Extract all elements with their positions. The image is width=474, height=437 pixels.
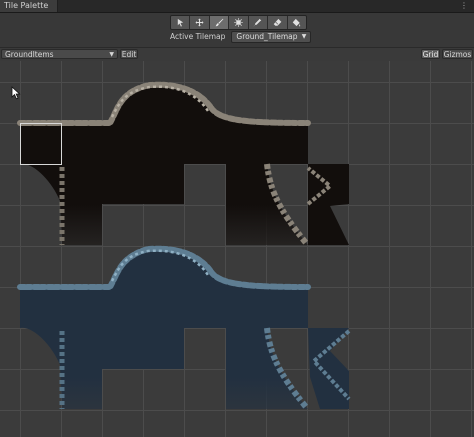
select-arrow-icon <box>177 18 183 27</box>
tile-artwork <box>17 81 351 409</box>
palette-dropdown[interactable]: GroundItems ▼ <box>1 49 118 59</box>
kebab-menu-icon[interactable]: ⋮ <box>460 0 468 11</box>
move-tool-button[interactable] <box>190 16 210 29</box>
dark-cave-tiles <box>17 81 349 245</box>
paint-tool-button[interactable] <box>209 16 230 29</box>
box-fill-icon <box>234 18 243 27</box>
active-tilemap-label: Active Tilemap <box>170 32 226 41</box>
active-tilemap-dropdown[interactable]: Ground_Tilemap ▼ <box>231 30 312 43</box>
blue-cave-tiles <box>17 245 351 409</box>
tile-palette-tab[interactable]: Tile Palette <box>0 0 58 12</box>
select-tool-button[interactable] <box>171 16 191 29</box>
active-tilemap-row: Active Tilemap Ground_Tilemap ▼ <box>170 30 312 43</box>
mouse-cursor-icon <box>11 86 21 100</box>
tool-strip <box>170 15 307 30</box>
palette-dropdown-value: GroundItems <box>5 50 54 59</box>
erase-tool-button[interactable] <box>268 16 288 29</box>
tile-palette-canvas[interactable] <box>0 61 474 437</box>
toolbar-area: Active Tilemap Ground_Tilemap ▼ <box>0 13 474 47</box>
chevron-down-icon: ▼ <box>301 32 307 40</box>
move-icon <box>195 18 204 27</box>
eyedropper-icon <box>254 18 262 27</box>
fill-tool-button[interactable] <box>287 16 306 29</box>
bucket-fill-icon <box>292 18 301 27</box>
grid-toggle-button[interactable]: Grid <box>421 49 440 59</box>
pick-tool-button[interactable] <box>248 16 269 29</box>
palette-toolbar: GroundItems ▼ Edit Grid Gizmos <box>0 47 474 62</box>
box-fill-tool-button[interactable] <box>229 16 249 29</box>
chevron-down-icon: ▼ <box>109 51 114 58</box>
gizmos-button[interactable]: Gizmos <box>442 49 473 59</box>
eraser-icon <box>273 18 282 26</box>
edit-button[interactable]: Edit <box>120 49 138 59</box>
window-titlebar: Tile Palette ⋮ <box>0 0 474 13</box>
paintbrush-icon <box>215 18 223 27</box>
active-tilemap-value: Ground_Tilemap <box>236 31 298 41</box>
